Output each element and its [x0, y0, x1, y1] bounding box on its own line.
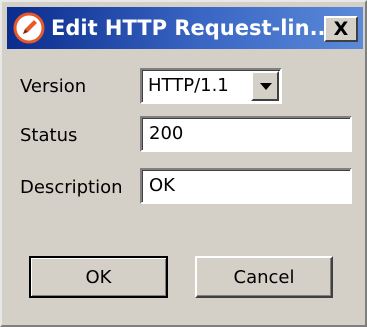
ok-button-label: OK: [85, 266, 112, 288]
description-label: Description: [20, 177, 123, 198]
title-bar[interactable]: Edit HTTP Request-lin... X: [7, 7, 363, 49]
window-title: Edit HTTP Request-lin...: [51, 16, 334, 40]
cancel-button-label: Cancel: [233, 266, 295, 288]
ok-button[interactable]: OK: [29, 256, 168, 298]
description-field[interactable]: OK: [140, 168, 352, 204]
cancel-button[interactable]: Cancel: [195, 256, 333, 298]
close-button[interactable]: X: [324, 16, 358, 42]
chevron-down-icon: [260, 83, 272, 90]
version-dropdown-button[interactable]: [251, 71, 279, 101]
edit-http-request-line-dialog: Edit HTTP Request-lin... X Version HTTP/…: [0, 0, 367, 327]
edit-pencil-icon: [13, 12, 45, 44]
version-value: HTTP/1.1: [148, 75, 229, 96]
status-label: Status: [20, 125, 78, 146]
version-select[interactable]: HTTP/1.1: [140, 68, 282, 104]
close-icon: X: [333, 17, 349, 40]
status-field[interactable]: 200: [140, 116, 352, 152]
version-label: Version: [20, 76, 87, 97]
